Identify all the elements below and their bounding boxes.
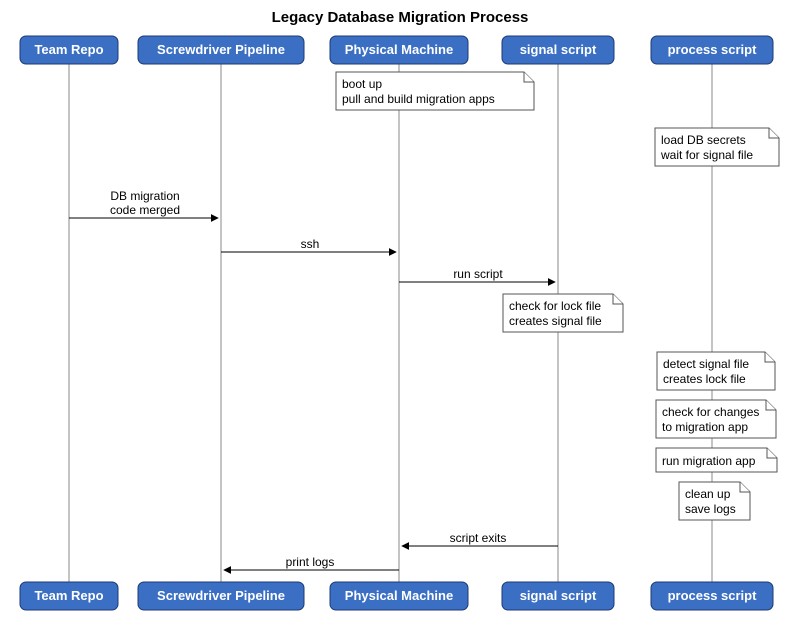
participant-screwdriver-top: Screwdriver Pipeline (138, 36, 304, 64)
participant-process-script-bottom: process script (651, 582, 773, 610)
note-text-line: load DB secrets (661, 133, 746, 147)
participant-label: Screwdriver Pipeline (157, 588, 285, 603)
participant-screwdriver-bottom: Screwdriver Pipeline (138, 582, 304, 610)
participant-team-repo-top: Team Repo (20, 36, 118, 64)
participant-label: process script (668, 588, 758, 603)
msg-ssh: ssh (301, 237, 320, 251)
msg-run-script: run script (453, 267, 503, 281)
note-text-line: check for lock file (509, 299, 601, 313)
note-text-line: to migration app (662, 420, 748, 434)
note-text-line: wait for signal file (660, 148, 753, 162)
note-run-migration: run migration app (656, 448, 777, 472)
participant-label: Screwdriver Pipeline (157, 42, 285, 57)
msg-print-logs: print logs (286, 555, 335, 569)
note-cleanup: clean up save logs (679, 482, 750, 520)
note-text-line: boot up (342, 77, 382, 91)
participant-physical-machine-top: Physical Machine (330, 36, 468, 64)
msg-db-migration-l2: code merged (110, 203, 180, 217)
participant-label: Physical Machine (345, 42, 453, 57)
participant-label: process script (668, 42, 758, 57)
participant-team-repo-bottom: Team Repo (20, 582, 118, 610)
note-check-lock: check for lock file creates signal file (503, 294, 623, 332)
participant-label: signal script (520, 42, 597, 57)
note-text-line: check for changes (662, 405, 759, 419)
note-text-line: run migration app (662, 454, 756, 468)
note-load-secrets: load DB secrets wait for signal file (655, 128, 779, 166)
msg-script-exits: script exits (450, 531, 507, 545)
participant-label: Physical Machine (345, 588, 453, 603)
note-boot-up: boot up pull and build migration apps (336, 72, 534, 110)
note-text-line: detect signal file (663, 357, 749, 371)
participant-physical-machine-bottom: Physical Machine (330, 582, 468, 610)
participant-signal-script-bottom: signal script (502, 582, 614, 610)
note-detect-signal: detect signal file creates lock file (657, 352, 775, 390)
note-text-line: creates signal file (509, 314, 602, 328)
participant-label: signal script (520, 588, 597, 603)
note-text-line: clean up (685, 487, 731, 501)
note-text-line: creates lock file (663, 372, 746, 386)
participant-label: Team Repo (34, 588, 103, 603)
participant-signal-script-top: signal script (502, 36, 614, 64)
note-check-changes: check for changes to migration app (656, 400, 776, 438)
note-text-line: pull and build migration apps (342, 92, 495, 106)
note-text-line: save logs (685, 502, 736, 516)
diagram-title: Legacy Database Migration Process (272, 9, 529, 26)
msg-db-migration-l1: DB migration (110, 189, 179, 203)
participant-process-script-top: process script (651, 36, 773, 64)
participant-label: Team Repo (34, 42, 103, 57)
